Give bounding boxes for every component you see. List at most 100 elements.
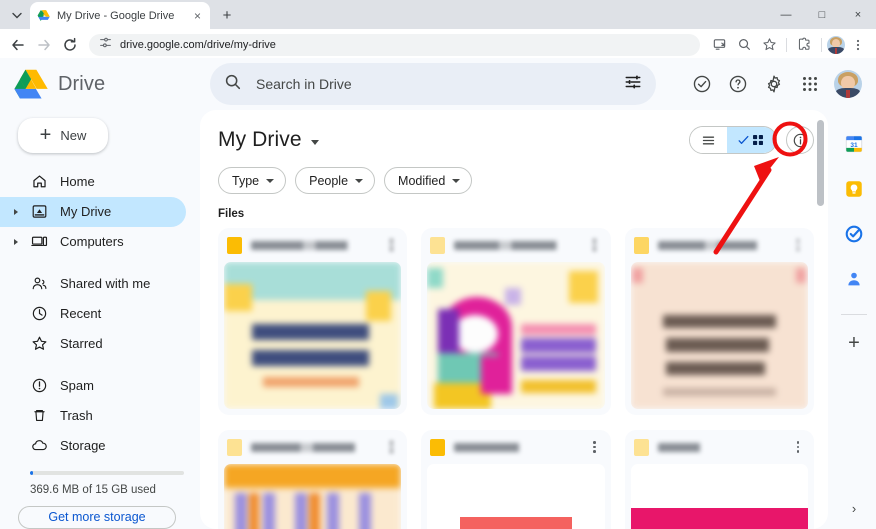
sidebar-label: Storage <box>60 438 106 454</box>
tab-search-icon[interactable] <box>4 2 30 28</box>
search-placeholder: Search in Drive <box>256 76 352 92</box>
chevron-down-icon <box>452 178 461 183</box>
sidebar-item-my-drive[interactable]: My Drive <box>0 196 186 227</box>
address-bar[interactable]: drive.google.com/drive/my-drive <box>89 33 700 56</box>
toolbar-right-icons <box>707 33 870 57</box>
sidebar-nav: Home My Drive Computers Shared with me R… <box>0 167 200 461</box>
computers-icon <box>30 233 48 251</box>
forward-arrow-icon[interactable] <box>32 33 56 57</box>
profile-avatar[interactable] <box>827 35 845 54</box>
search-input[interactable]: Search in Drive <box>210 63 656 105</box>
file-name-blurred <box>454 240 579 250</box>
chip-label: Type <box>232 173 260 188</box>
file-card-header <box>625 430 814 464</box>
filter-chip-modified[interactable]: Modified <box>384 167 473 194</box>
keep-lightbulb-icon[interactable] <box>843 178 865 200</box>
new-button[interactable]: + New <box>18 118 108 153</box>
page-settings-icon[interactable] <box>99 36 112 54</box>
sidebar-item-trash[interactable]: Trash <box>0 401 186 431</box>
window-minimize-button[interactable]: — <box>768 0 804 29</box>
file-card-kebab-icon[interactable] <box>791 441 805 453</box>
list-view-button[interactable] <box>690 127 727 153</box>
file-card[interactable] <box>624 430 814 529</box>
expand-caret-icon[interactable] <box>14 238 18 245</box>
file-thumbnail <box>427 464 605 529</box>
chrome-menu-kebab-icon[interactable] <box>846 33 870 57</box>
browser-tab-strip: My Drive - Google Drive × + — □ × <box>0 0 876 29</box>
grid-view-button[interactable] <box>727 127 776 153</box>
files-grid-scroll[interactable] <box>200 220 828 529</box>
page-title: My Drive <box>218 128 302 151</box>
sidebar-item-home[interactable]: Home <box>0 167 186 197</box>
file-card-kebab-icon[interactable] <box>791 239 805 251</box>
thumbnail-blurred-content <box>427 262 605 409</box>
file-card-kebab-icon[interactable] <box>384 239 398 251</box>
sidebar-label: My Drive <box>60 204 112 220</box>
tune-filter-icon[interactable] <box>624 73 642 96</box>
file-card-kebab-icon[interactable] <box>588 239 602 251</box>
file-name-blurred <box>251 442 376 452</box>
file-type-icon <box>227 438 242 456</box>
sidebar-item-spam[interactable]: Spam <box>0 371 186 401</box>
filter-chip-type[interactable]: Type <box>218 167 287 194</box>
content-scrollbar[interactable] <box>817 120 824 206</box>
file-card[interactable] <box>218 228 408 415</box>
google-apps-grid-icon[interactable] <box>795 69 825 99</box>
caret-down-icon[interactable] <box>310 139 319 145</box>
file-card[interactable] <box>421 430 611 529</box>
drive-logo-icon <box>37 9 51 23</box>
file-card[interactable] <box>624 228 814 415</box>
file-thumbnail <box>630 262 808 409</box>
drive-header: Drive Search in Drive <box>0 58 876 110</box>
zoom-icon[interactable] <box>732 33 756 57</box>
sidebar-item-computers[interactable]: Computers <box>0 227 186 257</box>
reload-icon[interactable] <box>58 33 82 57</box>
file-card-kebab-icon[interactable] <box>384 441 398 453</box>
file-card-header <box>218 430 407 464</box>
add-app-plus-icon[interactable]: + <box>848 333 860 353</box>
my-drive-icon <box>30 203 48 221</box>
drive-app: Drive Search in Drive + New Home My Driv… <box>0 58 876 529</box>
sidebar-item-shared-with-me[interactable]: Shared with me <box>0 269 186 299</box>
drive-brand[interactable]: Drive <box>14 69 210 99</box>
cast-icon[interactable] <box>707 33 731 57</box>
content-header: My Drive Type People Modified Files <box>200 110 828 220</box>
star-icon <box>30 335 48 353</box>
sidebar-item-storage[interactable]: Storage <box>0 431 186 461</box>
window-maximize-button[interactable]: □ <box>804 0 840 29</box>
file-thumbnail <box>427 262 605 409</box>
sidebar-item-recent[interactable]: Recent <box>0 299 186 329</box>
expand-rail-chevron-icon[interactable]: › <box>852 501 856 516</box>
help-question-icon[interactable] <box>723 69 753 99</box>
extensions-puzzle-icon[interactable] <box>792 33 816 57</box>
sidebar-label: Home <box>60 174 95 190</box>
sidebar-item-starred[interactable]: Starred <box>0 329 186 359</box>
search-icon <box>224 73 242 96</box>
calendar-icon[interactable]: 31 <box>843 133 865 155</box>
storage-progress-bar <box>30 470 184 475</box>
contacts-icon[interactable] <box>843 268 865 290</box>
account-avatar[interactable] <box>834 70 862 98</box>
tasks-icon[interactable] <box>843 223 865 245</box>
file-card-kebab-icon[interactable] <box>588 441 602 453</box>
thumbnail-blurred-content <box>630 262 808 409</box>
file-card[interactable] <box>218 430 408 529</box>
window-close-button[interactable]: × <box>840 0 876 29</box>
new-tab-button[interactable]: + <box>214 2 240 28</box>
bookmark-star-icon[interactable] <box>757 33 781 57</box>
file-type-icon <box>430 236 446 254</box>
activity-check-icon[interactable] <box>687 69 717 99</box>
info-button[interactable] <box>786 126 814 154</box>
settings-gear-icon[interactable] <box>759 69 789 99</box>
filter-chip-people[interactable]: People <box>295 167 376 194</box>
tab-close-icon[interactable]: × <box>192 8 203 24</box>
file-type-icon <box>633 438 649 456</box>
chevron-down-icon <box>266 178 275 183</box>
expand-caret-icon[interactable] <box>14 208 18 215</box>
file-card[interactable] <box>421 228 611 415</box>
back-arrow-icon[interactable] <box>6 33 30 57</box>
get-more-storage-button[interactable]: Get more storage <box>18 505 176 529</box>
browser-tab[interactable]: My Drive - Google Drive × <box>30 2 210 29</box>
thumbnail-content <box>630 464 808 529</box>
toolbar-divider-2 <box>821 37 822 52</box>
